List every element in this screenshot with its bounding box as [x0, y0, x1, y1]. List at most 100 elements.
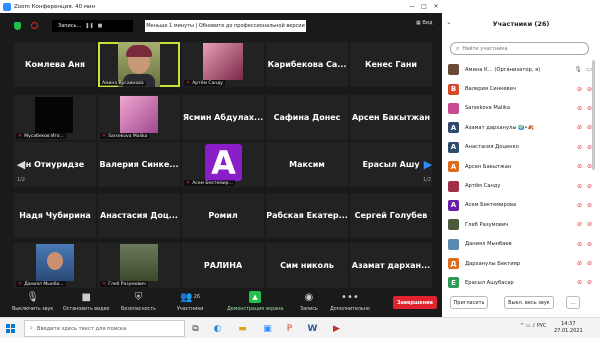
media-app-icon[interactable]: ▶ [330, 322, 343, 335]
participant-row[interactable]: A Асем Бектемирова ⊘ ⊘ [448, 196, 594, 215]
participant-tile[interactable]: Ясмин Абдулах... [182, 95, 264, 140]
mic-muted-icon[interactable]: ⊘ [577, 183, 582, 190]
participant-row[interactable]: В Валерия Синкевич ⊘ ⊘ [448, 79, 594, 98]
participant-row[interactable]: А Азамат дарханулы 🌍•🍂 ⊘ ⊘ [448, 118, 594, 137]
participant-name: Артём Санду [465, 183, 501, 190]
encryption-shield-icon[interactable] [14, 22, 21, 30]
edge-browser-icon[interactable]: ◐ [211, 322, 224, 335]
recording-status[interactable]: Запись... ❚❚ ■ [52, 20, 133, 32]
participant-tile[interactable]: Ромил [182, 193, 264, 238]
participant-tile[interactable]: ✕ Даниял Мынба... [14, 243, 96, 288]
video-off-icon[interactable]: ⊘ [587, 260, 592, 267]
participant-tile[interactable]: н Отиуридзе [14, 142, 96, 187]
participant-tile[interactable]: Валерия Синке... [98, 142, 180, 187]
video-off-icon[interactable]: ⊘ [587, 279, 592, 286]
end-meeting-button[interactable]: Завершение [393, 296, 437, 309]
view-button[interactable]: ▦ Вид [416, 20, 432, 26]
participant-row[interactable]: А Арсен Бакытжан ⊘ ⊘ [448, 157, 594, 176]
upgrade-notice[interactable]: Меньше 1 минуты | Обновите до профессион… [145, 20, 306, 32]
participant-tile[interactable]: Максим [266, 142, 348, 187]
participant-row[interactable]: Sarsekova Malika ⊘ ⊘ [448, 99, 594, 118]
mic-muted-icon[interactable]: ⊘ [577, 279, 582, 286]
participant-tile[interactable]: ✕ Артём Санду [182, 42, 264, 87]
video-label: Остановить видео [63, 307, 110, 312]
stop-video-button[interactable]: ■ Остановить видео [63, 291, 110, 313]
video-off-icon[interactable]: ⊘ [587, 241, 592, 248]
participant-row[interactable]: Даниял Мынбаев ⊘ ⊘ [448, 235, 594, 254]
participant-row[interactable]: Артём Санду ⊘ ⊘ [448, 176, 594, 195]
participant-row[interactable]: Амина К... (Организатор, я) 🎙 ▭ [448, 60, 594, 79]
participant-tile[interactable]: Сафина Донес [266, 95, 348, 140]
participant-tile[interactable]: Сим николь [266, 243, 348, 288]
language-indicator[interactable]: РУС [537, 323, 547, 329]
participant-tile[interactable]: Кенес Гани [350, 42, 432, 87]
participant-tile[interactable]: A ✕ Асем Бектемир... [182, 142, 264, 187]
participant-tile[interactable]: Надя Чубирина [14, 193, 96, 238]
participant-tile[interactable]: ✕ Глеб Разумович [98, 243, 180, 288]
participant-tile[interactable]: Амина Кусаинова [98, 42, 180, 87]
participant-tile[interactable]: Комлева Аня [14, 42, 96, 87]
share-screen-button[interactable]: ▲ Демонстрация экрана [227, 291, 283, 312]
taskbar-search[interactable]: ⌕ Введите здесь текст для поиска [24, 320, 185, 337]
mute-label: Выключить звук [12, 307, 54, 312]
prev-page-icon[interactable]: ◀ [16, 155, 26, 173]
task-view-icon[interactable]: ⧉ [189, 322, 202, 335]
participant-tile[interactable]: Рабская Екатер... [266, 193, 348, 238]
participant-row[interactable]: А Анастасия Доценко ⊘ ⊘ [448, 138, 594, 157]
powerpoint-icon[interactable]: P [283, 322, 296, 335]
security-label: Безопасность [121, 307, 156, 312]
next-page-icon[interactable]: ▶ [423, 155, 433, 173]
security-button[interactable]: ⛨ Безопасность [121, 291, 156, 313]
participants-button[interactable]: 👥 26 Участники [177, 291, 203, 313]
mic-muted-icon[interactable]: ⊘ [577, 260, 582, 267]
participant-row[interactable]: Глеб Разумович ⊘ ⊘ [448, 215, 594, 234]
word-icon[interactable]: W [306, 322, 319, 335]
windows-start-icon[interactable] [6, 324, 15, 333]
participant-tile[interactable]: ✕ Sarsekova Malika [98, 95, 180, 140]
tile-name: Ясмин Абдулах... [182, 113, 264, 122]
participant-list-scrollbar[interactable] [592, 60, 595, 170]
participant-tile[interactable]: Ерасыл Ашу [350, 142, 432, 187]
system-tray[interactable]: ^ ▭ ♪ РУС [520, 323, 546, 329]
more-button[interactable]: ••• Дополнительно [330, 291, 370, 313]
mic-muted-icon[interactable]: ⊘ [577, 144, 582, 151]
close-button[interactable]: ✕ [430, 3, 442, 10]
participant-name: Ерасыл Ашубасар [465, 279, 514, 286]
video-off-icon[interactable]: ⊘ [587, 202, 592, 209]
participant-tile[interactable]: Арсен Бакытжан [350, 95, 432, 140]
mic-muted-icon[interactable]: ⊘ [577, 202, 582, 209]
participant-search[interactable]: ⌕ [450, 42, 589, 55]
participant-row[interactable]: Д Дарханулы Бектияр ⊘ ⊘ [448, 254, 594, 273]
video-off-icon[interactable]: ⊘ [587, 221, 592, 228]
participant-tile[interactable]: РАЛИНА [182, 243, 264, 288]
participant-search-input[interactable] [462, 45, 578, 52]
mic-muted-icon[interactable]: ⊘ [577, 163, 582, 170]
participant-tile[interactable]: Азамат дархан... [350, 243, 432, 288]
participant-tile[interactable]: Анастасия Доц... [98, 193, 180, 238]
pause-recording-icon[interactable]: ❚❚ [85, 23, 93, 29]
record-button[interactable]: ◉ Запись [300, 291, 318, 313]
mic-muted-icon[interactable]: ⊘ [577, 105, 582, 112]
page-indicator-right: 1/2 [423, 177, 432, 183]
invite-button[interactable]: Пригласить [450, 296, 488, 309]
zoom-taskbar-icon[interactable]: ▣ [261, 322, 274, 335]
file-explorer-icon[interactable]: ▬ [236, 322, 249, 335]
participant-row[interactable]: Е Ерасыл Ашубасар ⊘ ⊘ [448, 273, 594, 292]
video-off-icon[interactable]: ⊘ [587, 183, 592, 190]
participant-tile[interactable]: Карибекова Са... [266, 42, 348, 87]
taskbar-clock[interactable]: 14:37 27.01.2021 [554, 321, 583, 335]
mic-muted-icon[interactable]: ⊘ [577, 241, 582, 248]
mute-button[interactable]: 🎙 Выключить звук [12, 291, 54, 313]
mic-muted-icon[interactable]: ⊘ [577, 124, 582, 131]
avatar-initial: А [450, 123, 457, 132]
minimize-button[interactable]: — [406, 3, 418, 10]
participant-tile[interactable]: ✕ Мусабеков Иго... [14, 95, 96, 140]
mute-all-button[interactable]: Выкл. весь звук [504, 296, 554, 309]
stop-recording-icon[interactable]: ■ [98, 23, 103, 29]
panel-more-button[interactable]: ... [566, 296, 580, 309]
mic-muted-icon[interactable]: ⊘ [577, 86, 582, 93]
microphone-icon[interactable]: 🎙 [574, 66, 582, 73]
maximize-button[interactable]: □ [418, 3, 430, 10]
mic-muted-icon[interactable]: ⊘ [577, 221, 582, 228]
participant-tile[interactable]: Сергей Голубев [350, 193, 432, 238]
